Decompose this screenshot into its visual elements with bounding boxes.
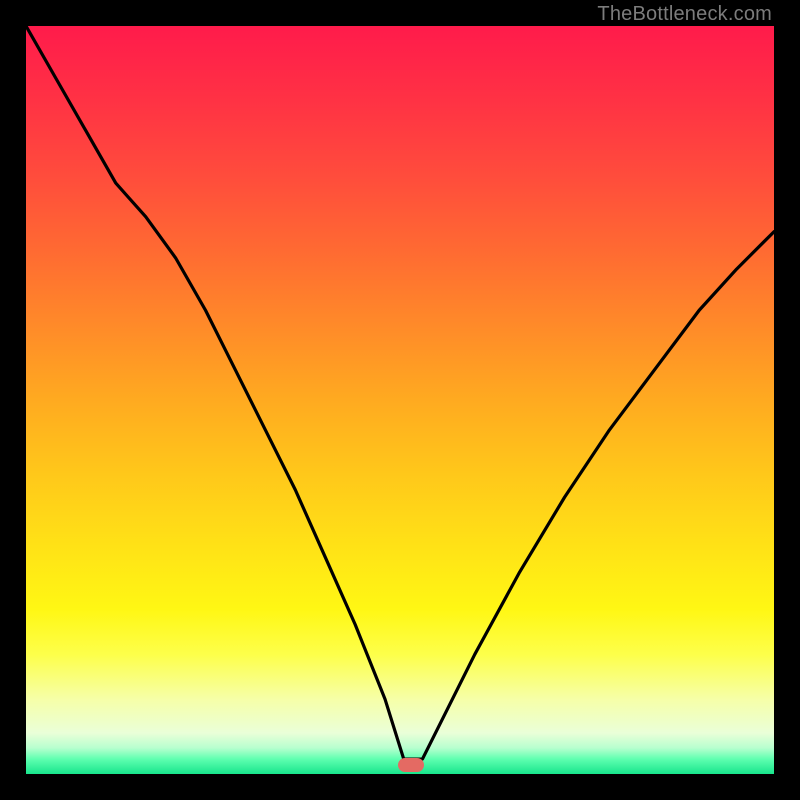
chart-frame: TheBottleneck.com [0, 0, 800, 800]
minimum-marker [398, 758, 424, 772]
plot-area [26, 26, 774, 774]
watermark-text: TheBottleneck.com [597, 3, 772, 26]
bottleneck-curve [26, 26, 774, 774]
